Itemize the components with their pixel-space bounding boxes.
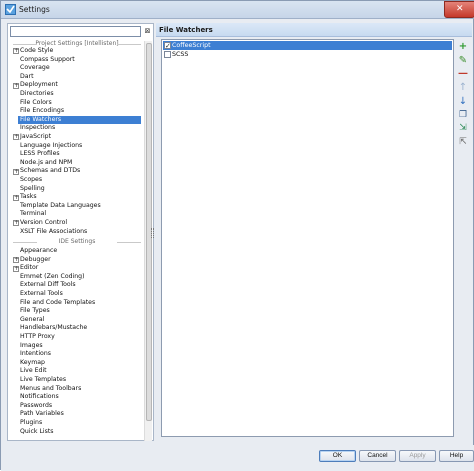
maximize-button[interactable] bbox=[425, 1, 444, 18]
tree-item[interactable]: Live Templates bbox=[20, 376, 66, 385]
tree-item[interactable]: Live Edit bbox=[20, 367, 47, 376]
tree-item[interactable]: HTTP Proxy bbox=[20, 333, 55, 342]
tree-item[interactable]: Notifications bbox=[20, 393, 59, 402]
import-icon[interactable]: ⇲ bbox=[457, 122, 469, 134]
edit-icon[interactable]: ✎ bbox=[457, 55, 469, 67]
tree-item[interactable]: Menus and Toolbars bbox=[20, 385, 81, 394]
tree-item[interactable]: Dart bbox=[20, 73, 34, 82]
title-bar[interactable]: Settings ✕ bbox=[1, 1, 474, 19]
tree-item[interactable]: Appearance bbox=[20, 247, 57, 256]
expand-icon[interactable]: + bbox=[13, 48, 19, 55]
window-title: Settings bbox=[19, 5, 50, 14]
watcher-label: CoffeeScript bbox=[172, 42, 211, 49]
tree-item[interactable]: Language Injections bbox=[20, 142, 82, 151]
ok-button[interactable]: OK bbox=[319, 450, 356, 462]
expand-icon[interactable]: + bbox=[13, 82, 19, 89]
page-title: File Watchers bbox=[159, 26, 213, 34]
settings-window: Settings ✕ ⊠ Project Settings [Intellist… bbox=[0, 0, 474, 471]
tree-item[interactable]: Images bbox=[20, 342, 43, 351]
tree-item[interactable]: Emmet (Zen Coding) bbox=[20, 273, 85, 282]
tree-item[interactable]: Inspections bbox=[20, 124, 55, 133]
tree-item[interactable]: Version Control bbox=[20, 219, 67, 228]
expand-icon[interactable]: + bbox=[13, 134, 19, 141]
tree-item[interactable]: File and Code Templates bbox=[20, 299, 95, 308]
watcher-enabled-checkbox[interactable]: ✓ bbox=[164, 42, 171, 50]
remove-icon[interactable]: — bbox=[457, 68, 469, 80]
tree-item[interactable]: JavaScript bbox=[20, 133, 51, 142]
expand-icon[interactable]: + bbox=[13, 265, 19, 272]
tree-item[interactable]: External Diff Tools bbox=[20, 281, 76, 290]
tree-item[interactable]: Schemas and DTDs bbox=[20, 167, 80, 176]
tree-item[interactable]: Deployment bbox=[20, 81, 58, 90]
watcher-enabled-checkbox[interactable] bbox=[164, 51, 171, 58]
tree-item[interactable]: Tasks bbox=[20, 193, 37, 202]
copy-icon[interactable]: ❐ bbox=[457, 109, 469, 121]
close-icon: ✕ bbox=[456, 4, 464, 14]
move-up-icon[interactable]: ↑ bbox=[457, 82, 469, 94]
watcher-label: SCSS bbox=[172, 51, 189, 58]
tree-item[interactable]: LESS Profiles bbox=[20, 150, 60, 159]
tree-item[interactable]: Passwords bbox=[20, 402, 52, 411]
tree-item[interactable]: Coverage bbox=[20, 64, 50, 73]
tree-item[interactable]: Template Data Languages bbox=[20, 202, 101, 211]
expand-icon[interactable]: + bbox=[13, 220, 19, 227]
cancel-button[interactable]: Cancel bbox=[359, 450, 396, 462]
tree-item[interactable]: Scopes bbox=[20, 176, 42, 185]
watcher-row[interactable] bbox=[163, 50, 452, 59]
settings-app-icon bbox=[5, 4, 16, 15]
tree-scrollbar[interactable] bbox=[144, 41, 152, 441]
tree-item[interactable]: General bbox=[20, 316, 44, 325]
tree-item[interactable]: File Watchers bbox=[18, 115, 141, 125]
tree-item[interactable]: External Tools bbox=[20, 290, 63, 299]
expand-icon[interactable]: + bbox=[13, 256, 19, 263]
tree-item[interactable]: File Types bbox=[20, 307, 50, 316]
apply-button[interactable]: Apply bbox=[399, 450, 436, 462]
tree-item[interactable]: Quick Lists bbox=[20, 428, 54, 437]
tree-item[interactable]: Spelling bbox=[20, 185, 45, 194]
expand-icon[interactable]: + bbox=[13, 168, 19, 175]
splitter-handle[interactable] bbox=[151, 228, 154, 238]
ide-settings-header: IDE Settings bbox=[11, 238, 143, 246]
tree-item[interactable]: Path Variables bbox=[20, 410, 64, 419]
clear-search-icon[interactable]: ⊠ bbox=[143, 26, 152, 36]
export-icon[interactable]: ⇱ bbox=[457, 136, 469, 148]
tree-item[interactable]: Intentions bbox=[20, 350, 51, 359]
tree-item[interactable]: Terminal bbox=[20, 210, 46, 219]
tree-item[interactable]: XSLT File Associations bbox=[20, 228, 87, 237]
tree-item[interactable]: File Encodings bbox=[20, 107, 64, 116]
add-icon[interactable]: + bbox=[457, 41, 469, 53]
tree-item[interactable]: File Colors bbox=[20, 99, 52, 108]
help-button[interactable]: Help bbox=[439, 450, 474, 462]
tree-item[interactable]: Node.js and NPM bbox=[20, 159, 72, 168]
move-down-icon[interactable]: ↓ bbox=[457, 96, 469, 108]
tree-item[interactable]: Plugins bbox=[20, 419, 42, 428]
expand-icon[interactable]: + bbox=[13, 194, 19, 201]
search-input[interactable] bbox=[10, 26, 141, 37]
tree-item[interactable]: Keymap bbox=[20, 359, 45, 368]
tree-item[interactable]: Debugger bbox=[20, 256, 51, 265]
tree-item[interactable]: Editor bbox=[20, 264, 38, 273]
close-button[interactable]: ✕ bbox=[444, 1, 474, 18]
tree-item[interactable]: Code Style bbox=[20, 47, 53, 56]
tree-item[interactable]: Compass Support bbox=[20, 56, 75, 65]
tree-item[interactable]: Handlebars/Mustache bbox=[20, 324, 87, 333]
tree-item[interactable]: Directories bbox=[20, 90, 54, 99]
file-watchers-list[interactable] bbox=[161, 39, 454, 437]
minimize-button[interactable] bbox=[406, 1, 425, 18]
